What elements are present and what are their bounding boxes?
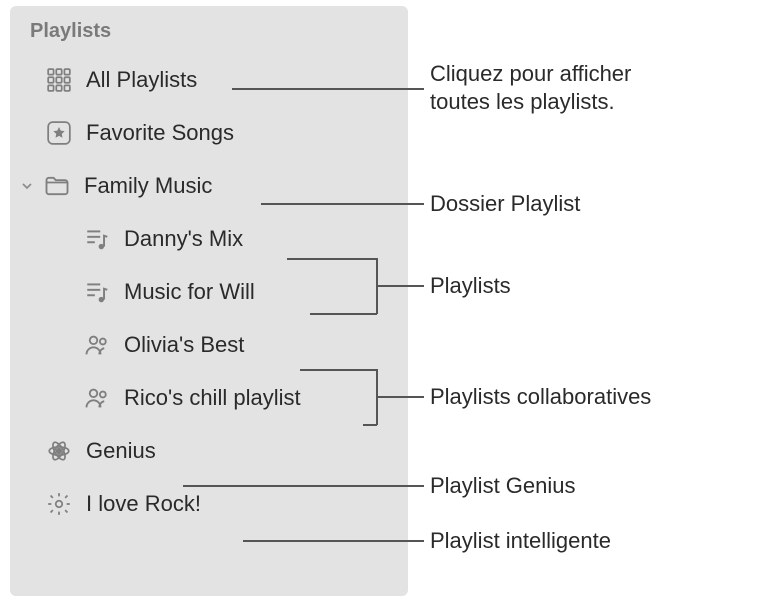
sidebar-item-genius[interactable]: Genius <box>10 424 408 477</box>
callout-playlists: Playlists <box>430 272 511 300</box>
chevron-down-icon[interactable] <box>16 178 38 194</box>
sidebar-item-all-playlists[interactable]: All Playlists <box>10 53 408 106</box>
gear-icon <box>44 489 74 519</box>
callout-line <box>183 485 424 487</box>
callout-line <box>232 88 424 90</box>
genius-icon <box>44 436 74 466</box>
sidebar-item-label: Olivia's Best <box>124 332 244 358</box>
sidebar-item-ricos-chill[interactable]: Rico's chill playlist <box>10 371 408 424</box>
playlist-sidebar: Playlists All Playlists Favorite Songs <box>10 6 408 596</box>
sidebar-item-label: Danny's Mix <box>124 226 243 252</box>
collaborative-icon <box>82 383 112 413</box>
callout-collaborative: Playlists collaboratives <box>430 383 651 411</box>
playlist-icon <box>82 277 112 307</box>
sidebar-item-label: Family Music <box>84 173 212 199</box>
sidebar-item-olivias-best[interactable]: Olivia's Best <box>10 318 408 371</box>
callout-line <box>261 203 424 205</box>
sidebar-item-label: Genius <box>86 438 156 464</box>
grid-icon <box>44 65 74 95</box>
callout-genius: Playlist Genius <box>430 472 576 500</box>
callout-smart: Playlist intelligente <box>430 527 611 555</box>
sidebar-item-label: Rico's chill playlist <box>124 385 301 411</box>
section-header-playlists: Playlists <box>10 16 408 53</box>
callout-folder: Dossier Playlist <box>430 190 580 218</box>
sidebar-item-label: Favorite Songs <box>86 120 234 146</box>
collaborative-icon <box>82 330 112 360</box>
sidebar-item-favorite-songs[interactable]: Favorite Songs <box>10 106 408 159</box>
playlist-icon <box>82 224 112 254</box>
sidebar-item-label: I love Rock! <box>86 491 201 517</box>
star-icon <box>44 118 74 148</box>
sidebar-item-label: All Playlists <box>86 67 197 93</box>
callout-all-playlists: Cliquez pour affichertoutes les playlist… <box>430 60 631 115</box>
callout-line <box>243 540 424 542</box>
folder-icon <box>42 171 72 201</box>
sidebar-item-music-for-will[interactable]: Music for Will <box>10 265 408 318</box>
sidebar-item-label: Music for Will <box>124 279 255 305</box>
